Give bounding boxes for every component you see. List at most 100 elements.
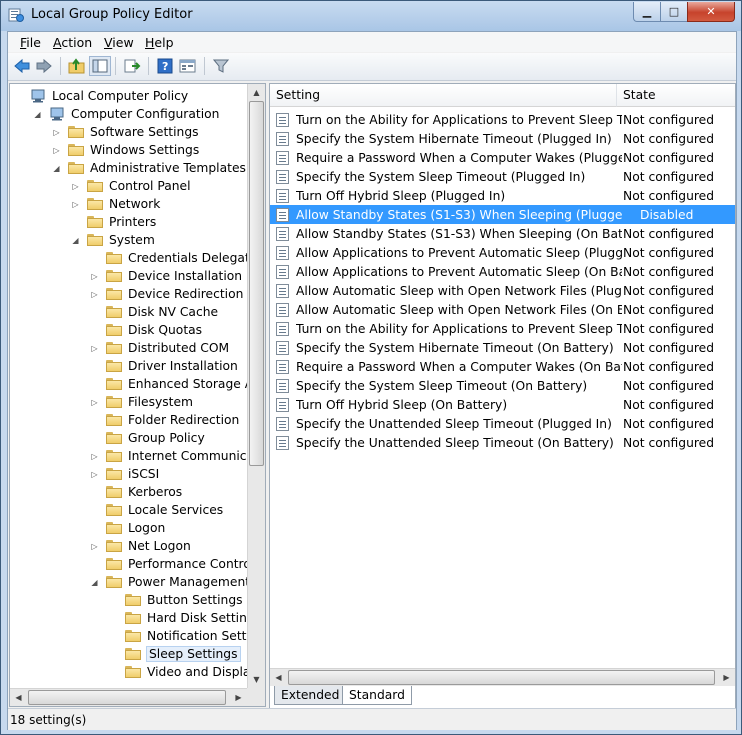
list-horizontal-scrollbar[interactable]: ◀ ▶ <box>270 668 735 686</box>
menu-file[interactable]: File <box>20 35 41 50</box>
scroll-up-arrow-icon[interactable]: ▲ <box>248 84 265 101</box>
tree-item[interactable]: Credentials Delegation <box>90 249 265 267</box>
tree-item[interactable]: Video and Display Sett <box>109 663 265 681</box>
expand-arrow-icon[interactable]: ▷ <box>90 398 99 407</box>
collapse-arrow-icon[interactable]: ◢ <box>33 110 42 119</box>
table-row[interactable]: Specify the Unattended Sleep Timeout (On… <box>270 433 735 452</box>
up-one-level-button[interactable] <box>66 56 88 76</box>
tree-item[interactable]: Button Settings <box>109 591 243 609</box>
console-tree[interactable]: Local Computer Policy ◢ Computer Configura… <box>9 83 266 707</box>
table-row[interactable]: Turn on the Ability for Applications to … <box>270 319 735 338</box>
tree-item[interactable]: ▷ Distributed COM <box>90 339 229 357</box>
scroll-down-arrow-icon[interactable]: ▼ <box>248 671 265 688</box>
tree-item[interactable]: ◢ System <box>71 231 154 249</box>
menu-view[interactable]: View <box>104 35 134 50</box>
collapse-arrow-icon[interactable]: ◢ <box>71 236 80 245</box>
table-row[interactable]: Turn Off Hybrid Sleep (Plugged In) Not co… <box>270 186 735 205</box>
tree-item[interactable]: ◢ Computer Configuration <box>33 105 219 123</box>
forward-button[interactable] <box>33 56 55 76</box>
collapse-arrow-icon[interactable]: ◢ <box>52 164 61 173</box>
table-row[interactable]: Allow Standby States (S1-S3) When Sleepi… <box>270 224 735 243</box>
table-row[interactable]: Specify the Unattended Sleep Timeout (Pl… <box>270 414 735 433</box>
tree-item[interactable]: Disk NV Cache <box>90 303 218 321</box>
tree-item[interactable]: ▷ Network <box>71 195 160 213</box>
expand-arrow-icon[interactable]: ▷ <box>90 344 99 353</box>
tree-item[interactable]: Disk Quotas <box>90 321 202 339</box>
scroll-right-arrow-icon[interactable]: ▶ <box>230 689 247 706</box>
expand-arrow-icon[interactable]: ▷ <box>90 290 99 299</box>
scroll-thumb[interactable] <box>249 101 264 466</box>
tree-item[interactable]: ▷ Device Installation <box>90 267 242 285</box>
table-row[interactable]: Require a Password When a Computer Wakes… <box>270 148 735 167</box>
tree-item[interactable]: Folder Redirection <box>90 411 239 429</box>
tree-horizontal-scrollbar[interactable]: ◀ ▶ <box>10 688 247 706</box>
table-row[interactable]: Turn Off Hybrid Sleep (On Battery) Not co… <box>270 395 735 414</box>
filter-button[interactable] <box>210 56 232 76</box>
menu-help[interactable]: Help <box>145 35 174 50</box>
tree-vertical-scrollbar[interactable]: ▲ ▼ <box>247 84 265 688</box>
expand-arrow-icon[interactable]: ▷ <box>52 128 61 137</box>
tree-item[interactable]: ▷ Control Panel <box>71 177 190 195</box>
table-row[interactable]: Allow Automatic Sleep with Open Network … <box>270 281 735 300</box>
scroll-thumb[interactable] <box>28 690 226 705</box>
table-row[interactable]: Specify the System Sleep Timeout (Plugge… <box>270 167 735 186</box>
scroll-right-arrow-icon[interactable]: ▶ <box>718 669 735 686</box>
export-list-button[interactable] <box>121 56 143 76</box>
expand-arrow-icon[interactable]: ▷ <box>90 470 99 479</box>
column-header-state[interactable]: State <box>617 84 735 107</box>
expand-arrow-icon[interactable]: ▷ <box>71 200 80 209</box>
tree-item[interactable]: Local Computer Policy <box>14 87 188 105</box>
tree-item[interactable]: Logon <box>90 519 165 537</box>
scroll-thumb[interactable] <box>288 670 715 685</box>
show-hide-console-tree-button[interactable] <box>89 56 111 76</box>
scroll-left-arrow-icon[interactable]: ◀ <box>10 689 27 706</box>
menu-action[interactable]: Action <box>53 35 92 50</box>
table-row[interactable]: Specify the System Sleep Timeout (On Bat… <box>270 376 735 395</box>
scroll-left-arrow-icon[interactable]: ◀ <box>270 669 287 686</box>
tree-item[interactable]: ◢ Power Management <box>90 573 250 591</box>
collapse-arrow-icon[interactable]: ◢ <box>90 578 99 587</box>
tree-item[interactable]: Locale Services <box>90 501 223 519</box>
table-row[interactable]: Allow Standby States (S1-S3) When Sleepi… <box>270 205 735 224</box>
settings-list[interactable]: Setting State Turn on the Ability for Ap… <box>269 83 736 715</box>
table-row[interactable]: Require a Password When a Computer Wakes… <box>270 357 735 376</box>
tab-extended[interactable]: Extended <box>274 686 347 705</box>
title-bar[interactable]: Local Group Policy Editor ▁ □ ✕ <box>1 1 741 31</box>
expand-arrow-icon[interactable]: ▷ <box>71 182 80 191</box>
tree-item[interactable]: ▷ Software Settings <box>52 123 198 141</box>
tree-item[interactable]: Notification Settings <box>109 627 265 645</box>
tree-item[interactable]: ▷ Filesystem <box>90 393 193 411</box>
tab-standard[interactable]: Standard <box>342 686 412 705</box>
tree-item[interactable]: Group Policy <box>90 429 205 447</box>
tree-item[interactable]: ▷ iSCSI <box>90 465 159 483</box>
tree-item[interactable]: Kerberos <box>90 483 182 501</box>
back-button[interactable] <box>11 56 33 76</box>
table-row[interactable]: Specify the System Hibernate Timeout (Pl… <box>270 129 735 148</box>
table-row[interactable]: Allow Applications to Prevent Automatic … <box>270 243 735 262</box>
tree-item[interactable]: Performance Control Pan <box>90 555 265 573</box>
tree-item[interactable]: ◢ Administrative Templates <box>52 159 246 177</box>
tree-item[interactable]: ▷ Windows Settings <box>52 141 199 159</box>
table-row[interactable]: Turn on the Ability for Applications to … <box>270 110 735 129</box>
expand-arrow-icon[interactable]: ▷ <box>90 542 99 551</box>
table-row[interactable]: Allow Applications to Prevent Automatic … <box>270 262 735 281</box>
tree-item[interactable]: ▷ Internet Communication <box>90 447 265 465</box>
expand-arrow-icon[interactable]: ▷ <box>52 146 61 155</box>
maximize-button[interactable]: □ <box>660 2 688 22</box>
table-row[interactable]: Allow Automatic Sleep with Open Network … <box>270 300 735 319</box>
tree-item[interactable]: Printers <box>71 213 156 231</box>
table-row[interactable]: Specify the System Hibernate Timeout (On… <box>270 338 735 357</box>
tree-item[interactable]: Enhanced Storage Access <box>90 375 265 393</box>
tree-item[interactable]: Driver Installation <box>90 357 238 375</box>
tree-item[interactable]: ▷ Net Logon <box>90 537 190 555</box>
close-button[interactable]: ✕ <box>687 2 735 22</box>
properties-button[interactable] <box>177 56 199 76</box>
column-header-setting[interactable]: Setting <box>270 84 617 107</box>
tree-item[interactable]: ▷ Device Redirection <box>90 285 243 303</box>
expand-arrow-icon[interactable]: ▷ <box>90 272 99 281</box>
tree-item[interactable]: Hard Disk Settings <box>109 609 261 627</box>
expand-arrow-icon[interactable]: ▷ <box>90 452 99 461</box>
minimize-button[interactable]: ▁ <box>633 2 661 22</box>
help-button[interactable]: ? <box>154 56 176 76</box>
tree-item[interactable]: Sleep Settings <box>109 645 241 663</box>
